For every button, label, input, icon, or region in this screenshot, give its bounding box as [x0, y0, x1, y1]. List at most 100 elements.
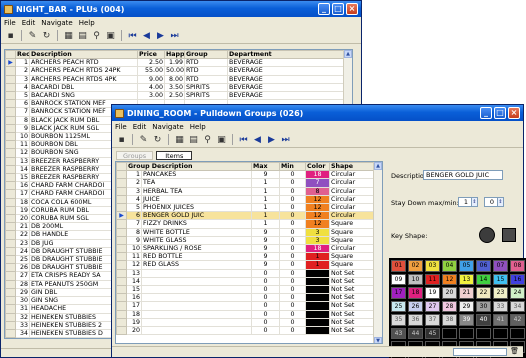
group-max-cell[interactable]: 0: [251, 301, 280, 311]
group-min-cell[interactable]: 0: [279, 235, 306, 246]
save-icon[interactable]: ▪: [5, 30, 16, 41]
color-swatch[interactable]: 13: [459, 273, 474, 285]
color-swatch[interactable]: 27: [425, 300, 440, 312]
group-color-cell[interactable]: [305, 326, 330, 336]
color-swatch[interactable]: [459, 327, 474, 339]
group-max-cell[interactable]: 1: [251, 194, 280, 205]
group-shape-cell[interactable]: Circular: [329, 194, 375, 205]
group-shape-cell[interactable]: Not Set: [329, 309, 375, 319]
group-description-cell[interactable]: BENGER GOLD JUIC: [141, 211, 252, 221]
group-description-cell[interactable]: WHITE GLASS: [141, 235, 252, 246]
group-description-cell[interactable]: PHOENIX JUICES: [141, 203, 252, 213]
group-description-cell[interactable]: [141, 309, 252, 319]
plu-rec-cell[interactable]: 16: [15, 181, 30, 191]
plu-rec-cell[interactable]: 2: [15, 66, 30, 76]
group-number-cell[interactable]: 4: [126, 194, 142, 205]
color-swatch[interactable]: 34: [510, 300, 525, 312]
plu-rec-cell[interactable]: 15: [15, 173, 30, 183]
plu-rec-cell[interactable]: 6: [15, 99, 30, 109]
group-min-cell[interactable]: 0: [279, 186, 306, 196]
group-number-cell[interactable]: 14: [126, 276, 142, 287]
plu-row[interactable]: ▶ 1 ARCHERS PEACH RTD 2.50 1.99 RTD BEVERAGE: [5, 58, 346, 68]
color-swatch[interactable]: 03: [425, 260, 440, 272]
group-shape-cell[interactable]: Not Set: [329, 301, 375, 311]
color-swatch[interactable]: 22: [476, 287, 491, 299]
col-header-group-description[interactable]: Group Description: [126, 162, 252, 172]
group-number-cell[interactable]: 9: [126, 235, 142, 246]
stay-down-min-field[interactable]: 0: [484, 197, 498, 207]
plu-rec-cell[interactable]: 5: [15, 91, 30, 101]
color-swatch[interactable]: 11: [425, 273, 440, 285]
color-swatch[interactable]: 28: [442, 300, 457, 312]
plu-rec-cell[interactable]: 14: [15, 164, 30, 175]
group-number-cell[interactable]: 6: [126, 211, 142, 221]
color-swatch[interactable]: 23: [493, 287, 508, 299]
group-shape-cell[interactable]: Circular: [329, 211, 375, 221]
group-max-cell[interactable]: 1: [251, 178, 280, 188]
previous-record-icon[interactable]: ◀: [141, 30, 152, 41]
group-row[interactable]: 10 SPARKLING / ROSE 9 0 18 Circular: [116, 244, 375, 254]
color-swatch[interactable]: 14: [476, 273, 491, 285]
plu-department-cell[interactable]: BEVERAGE: [227, 74, 346, 84]
group-shape-cell[interactable]: Not Set: [329, 276, 375, 287]
color-swatch[interactable]: 38: [442, 314, 457, 326]
group-number-cell[interactable]: 7: [126, 219, 142, 229]
group-shape-cell[interactable]: Circular: [329, 170, 375, 180]
stay-down-max-spinner-icon[interactable]: ⇕: [471, 197, 478, 207]
group-min-cell[interactable]: 0: [279, 285, 306, 295]
group-row[interactable]: 16 0 0 Not Set: [116, 293, 375, 303]
group-max-cell[interactable]: 0: [251, 326, 280, 336]
col-header-rec[interactable]: Rec #: [15, 50, 30, 60]
color-swatch[interactable]: 45: [425, 327, 440, 339]
stay-down-max-field[interactable]: 1: [458, 197, 472, 207]
plu-description-cell[interactable]: BACARDI DBL: [29, 82, 138, 93]
group-shape-cell[interactable]: Circular: [329, 244, 375, 254]
group-min-cell[interactable]: 0: [279, 309, 306, 319]
plu-happy-hr-cell[interactable]: 50.00: [164, 66, 185, 76]
minimize-button[interactable]: _: [318, 3, 330, 15]
menu-edit[interactable]: Edit: [22, 19, 36, 27]
group-row[interactable]: 7 FIZZY DRINKS 1 0 12 Square: [116, 219, 375, 229]
minimize-button[interactable]: _: [480, 107, 492, 119]
group-max-cell[interactable]: 9: [251, 244, 280, 254]
color-swatch[interactable]: 02: [408, 260, 423, 272]
plu-rec-cell[interactable]: 34: [15, 328, 30, 338]
group-max-cell[interactable]: 0: [251, 276, 280, 287]
plu-rec-cell[interactable]: 20: [15, 214, 30, 224]
group-max-cell[interactable]: 0: [251, 309, 280, 319]
group-color-cell[interactable]: [305, 268, 330, 278]
plu-happy-hr-cell[interactable]: 3.50: [164, 82, 185, 93]
edit-icon[interactable]: ✎: [138, 134, 149, 145]
plu-rec-cell[interactable]: 18: [15, 197, 30, 207]
group-max-cell[interactable]: 1: [251, 219, 280, 229]
plu-rec-cell[interactable]: 27: [15, 271, 30, 281]
color-swatch[interactable]: 43: [391, 327, 406, 339]
color-swatch[interactable]: [510, 327, 525, 339]
plu-rec-cell[interactable]: 29: [15, 287, 30, 298]
group-max-cell[interactable]: 9: [251, 170, 280, 180]
scroll-up-arrow-icon[interactable]: ▲: [374, 162, 382, 170]
plu-department-cell[interactable]: BEVERAGE: [227, 58, 346, 68]
group-min-cell[interactable]: 0: [279, 170, 306, 180]
first-record-icon[interactable]: ⏮: [127, 30, 138, 41]
square-shape-icon[interactable]: [502, 228, 516, 242]
plu-department-cell[interactable]: BEVERAGE: [227, 91, 346, 101]
group-description-cell[interactable]: [141, 268, 252, 278]
group-shape-cell[interactable]: Not Set: [329, 285, 375, 295]
group-description-cell[interactable]: [141, 301, 252, 311]
stay-down-min-spinner-icon[interactable]: ⇕: [497, 197, 504, 207]
color-swatch[interactable]: 15: [493, 273, 508, 285]
group-description-cell[interactable]: JUICE: [141, 194, 252, 205]
refresh-icon[interactable]: ↻: [41, 30, 52, 41]
group-row[interactable]: 8 WHITE BOTTLE 9 0 3 Square: [116, 227, 375, 237]
plu-group-cell[interactable]: RTD: [184, 74, 228, 84]
group-shape-cell[interactable]: Not Set: [329, 317, 375, 328]
color-swatch[interactable]: 35: [391, 314, 406, 326]
delete-icon[interactable]: ▣: [216, 134, 227, 145]
plu-rec-cell[interactable]: 8: [15, 115, 30, 125]
group-row[interactable]: ▶ 6 BENGER GOLD JUIC 1 0 12 Circular: [116, 211, 375, 221]
color-swatch[interactable]: [493, 327, 508, 339]
group-color-cell[interactable]: 18: [305, 170, 330, 180]
scroll-down-arrow-icon[interactable]: ▼: [374, 337, 382, 343]
group-color-cell[interactable]: 12: [305, 203, 330, 213]
